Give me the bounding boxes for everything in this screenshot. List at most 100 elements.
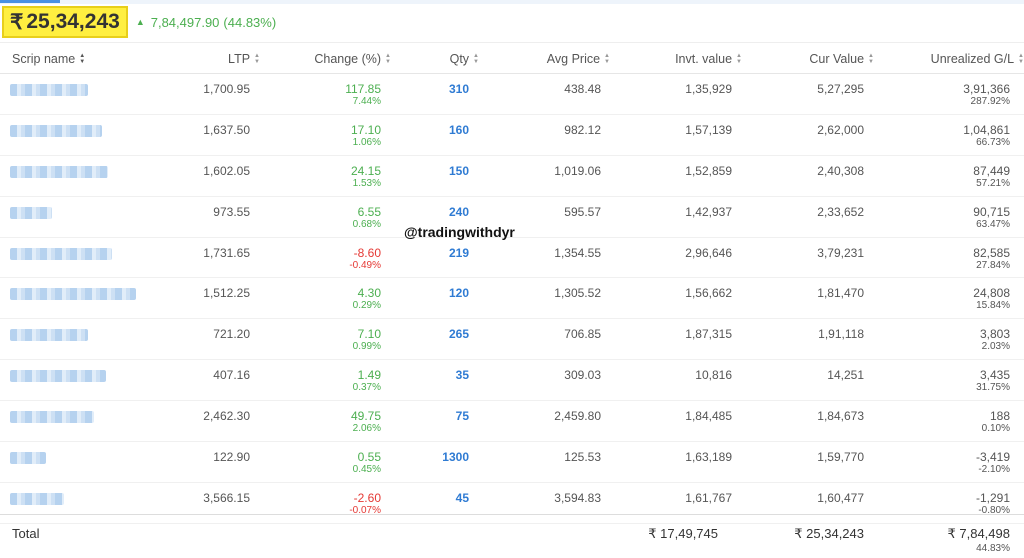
watermark-text: @tradingwithdyr xyxy=(404,224,515,240)
qty-cell[interactable]: 35 xyxy=(456,368,469,382)
invt-value-cell: 1,52,859 xyxy=(685,163,732,178)
total-invt-value: ₹ 17,49,745 xyxy=(648,526,718,541)
scrip-name-redacted[interactable] xyxy=(10,452,46,465)
cur-value-cell: 2,62,000 xyxy=(817,122,864,137)
qty-cell[interactable]: 240 xyxy=(449,205,469,219)
invt-value-cell: 1,42,937 xyxy=(685,204,732,219)
table-row[interactable]: 407.16 1.49 0.37% 35 309.03 10,816 14,251 3,435… xyxy=(0,360,1024,402)
avg-price-cell: 706.85 xyxy=(564,327,601,342)
cur-value-cell: 1,91,118 xyxy=(818,327,864,342)
pnl-percent: (44.83%) xyxy=(223,14,277,30)
holdings-table-body: 1,700.95 117.85 7.44% 310 438.48 1,35,929 5,27… xyxy=(0,74,1024,524)
scrip-name-redacted[interactable] xyxy=(10,206,52,219)
table-row[interactable]: 1,731.65 -8.60 -0.49% 219 1,354.55 2,96,646 3,… xyxy=(0,238,1024,279)
scrip-name-redacted[interactable] xyxy=(10,329,88,342)
avg-price-cell: 125.53 xyxy=(564,450,601,465)
ltp-cell: 1,731.65 xyxy=(203,245,250,260)
table-row[interactable]: 122.90 0.55 0.45% 1300 125.53 1,63,189 1,59,77… xyxy=(0,442,1024,483)
total-unrealized-gl-percent: 44.83% xyxy=(976,543,1010,554)
table-row[interactable]: 1,700.95 117.85 7.44% 310 438.48 1,35,929 5,27… xyxy=(0,74,1024,115)
sort-updown-icon[interactable]: ▲ ▼ xyxy=(254,53,260,65)
avg-price-cell: 2,459.80 xyxy=(554,409,601,424)
holdings-summary: ₹ 25,34,243 ▲ 7,84,497.90 (44.83%) xyxy=(0,4,1024,40)
column-header-avg-price[interactable]: Avg Price ▲ ▼ xyxy=(547,43,610,74)
qty-cell[interactable]: 160 xyxy=(449,123,469,137)
active-tab-indicator xyxy=(0,0,60,3)
column-header-cur-value[interactable]: Cur Value ▲ ▼ xyxy=(809,43,874,74)
ltp-cell: 1,700.95 xyxy=(203,82,250,96)
sort-updown-icon[interactable]: ▲ ▼ xyxy=(385,53,391,65)
column-header-change[interactable]: Change (%) ▲ ▼ xyxy=(314,43,391,74)
column-header-unrealized-gl[interactable]: Unrealized G/L ▲ ▼ xyxy=(931,43,1024,74)
sort-updown-icon[interactable]: ▲ ▼ xyxy=(868,53,874,65)
column-header-scrip[interactable]: Scrip name ▲ ▼ xyxy=(12,43,85,74)
cur-value-cell: 2,33,652 xyxy=(817,204,864,219)
qty-cell[interactable]: 120 xyxy=(449,286,469,300)
change-cell: 117.85 7.44% xyxy=(345,82,381,107)
total-label: Total xyxy=(12,526,40,541)
avg-price-cell: 595.57 xyxy=(564,204,601,219)
invt-value-cell: 1,57,139 xyxy=(685,122,732,137)
change-cell: -2.60 -0.07% xyxy=(349,490,381,516)
invt-value-cell: 1,61,767 xyxy=(685,490,732,505)
unrealized-gl-cell: 90,715 63.47% xyxy=(973,204,1010,230)
change-cell: 0.55 0.45% xyxy=(352,450,381,476)
ltp-cell: 1,512.25 xyxy=(203,286,250,301)
scrip-name-redacted[interactable] xyxy=(10,411,94,424)
scrip-name-redacted[interactable] xyxy=(10,124,102,137)
change-cell: 1.49 0.37% xyxy=(352,368,381,394)
column-header-qty[interactable]: Qty ▲ ▼ xyxy=(450,43,479,74)
sort-updown-icon[interactable]: ▲ ▼ xyxy=(736,53,742,65)
unrealized-gl-cell: 3,91,366 287.92% xyxy=(963,82,1010,107)
table-row[interactable]: 2,462.30 49.75 2.06% 75 2,459.80 1,84,485 1,84… xyxy=(0,401,1024,443)
sort-updown-icon[interactable]: ▲ ▼ xyxy=(604,53,610,65)
scrip-name-redacted[interactable] xyxy=(10,370,106,383)
scrip-name-redacted[interactable] xyxy=(10,247,112,260)
total-pnl: ▲ 7,84,497.90 (44.83%) xyxy=(136,15,276,30)
avg-price-cell: 1,305.52 xyxy=(554,286,601,301)
avg-price-cell: 309.03 xyxy=(564,368,601,383)
change-cell: 6.55 0.68% xyxy=(352,204,381,230)
avg-price-cell: 438.48 xyxy=(564,82,601,96)
sort-updown-icon[interactable]: ▲ ▼ xyxy=(1018,53,1024,65)
qty-cell[interactable]: 219 xyxy=(449,246,469,260)
ltp-cell: 1,602.05 xyxy=(203,163,250,178)
qty-cell[interactable]: 1300 xyxy=(442,450,469,464)
unrealized-gl-cell: 3,435 31.75% xyxy=(976,368,1010,394)
column-header-ltp[interactable]: LTP ▲ ▼ xyxy=(228,43,260,74)
cur-value-cell: 3,79,231 xyxy=(817,245,864,260)
total-row: Total ₹ 17,49,745 ₹ 25,34,243 ₹ 7,84,498… xyxy=(0,514,1024,558)
column-header-invt-value[interactable]: Invt. value ▲ ▼ xyxy=(675,43,742,74)
scrip-name-redacted[interactable] xyxy=(10,84,88,96)
cur-value-cell: 1,59,770 xyxy=(817,450,864,465)
sort-updown-icon[interactable]: ▲ ▼ xyxy=(79,53,85,65)
qty-cell[interactable]: 150 xyxy=(449,164,469,178)
qty-cell[interactable]: 45 xyxy=(456,491,469,505)
invt-value-cell: 1,35,929 xyxy=(685,82,732,96)
scrip-name-redacted[interactable] xyxy=(10,492,64,505)
table-row[interactable]: 1,512.25 4.30 0.29% 120 1,305.52 1,56,662 1,81… xyxy=(0,278,1024,320)
scrip-name-redacted[interactable] xyxy=(10,165,108,178)
avg-price-cell: 3,594.83 xyxy=(554,490,601,505)
ltp-cell: 122.90 xyxy=(213,450,250,465)
ltp-cell: 1,637.50 xyxy=(203,122,250,137)
qty-cell[interactable]: 310 xyxy=(449,82,469,96)
invt-value-cell: 1,87,315 xyxy=(685,327,732,342)
qty-cell[interactable]: 265 xyxy=(449,327,469,341)
change-cell: 4.30 0.29% xyxy=(352,286,381,312)
unrealized-gl-cell: 87,449 57.21% xyxy=(973,163,1010,189)
scrip-name-redacted[interactable] xyxy=(10,288,136,301)
up-arrow-icon: ▲ xyxy=(135,17,145,27)
cur-value-cell: 5,27,295 xyxy=(817,82,864,96)
table-row[interactable]: 1,602.05 24.15 1.53% 150 1,019.06 1,52,859 2,4… xyxy=(0,156,1024,197)
invt-value-cell: 1,84,485 xyxy=(685,409,732,424)
pnl-value: 7,84,497.90 xyxy=(150,14,220,30)
change-cell: 24.15 1.53% xyxy=(350,163,381,189)
table-row[interactable]: 1,637.50 17.10 1.06% 160 982.12 1,57,139 2,62,… xyxy=(0,115,1024,156)
unrealized-gl-cell: -3,419 -2.10% xyxy=(975,450,1010,476)
total-cur-value: ₹ 25,34,243 xyxy=(794,526,864,541)
table-row[interactable]: 721.20 7.10 0.99% 265 706.85 1,87,315 1,91,118… xyxy=(0,319,1024,361)
qty-cell[interactable]: 75 xyxy=(456,409,469,423)
unrealized-gl-cell: 188 0.10% xyxy=(981,409,1010,435)
sort-updown-icon[interactable]: ▲ ▼ xyxy=(473,53,479,65)
